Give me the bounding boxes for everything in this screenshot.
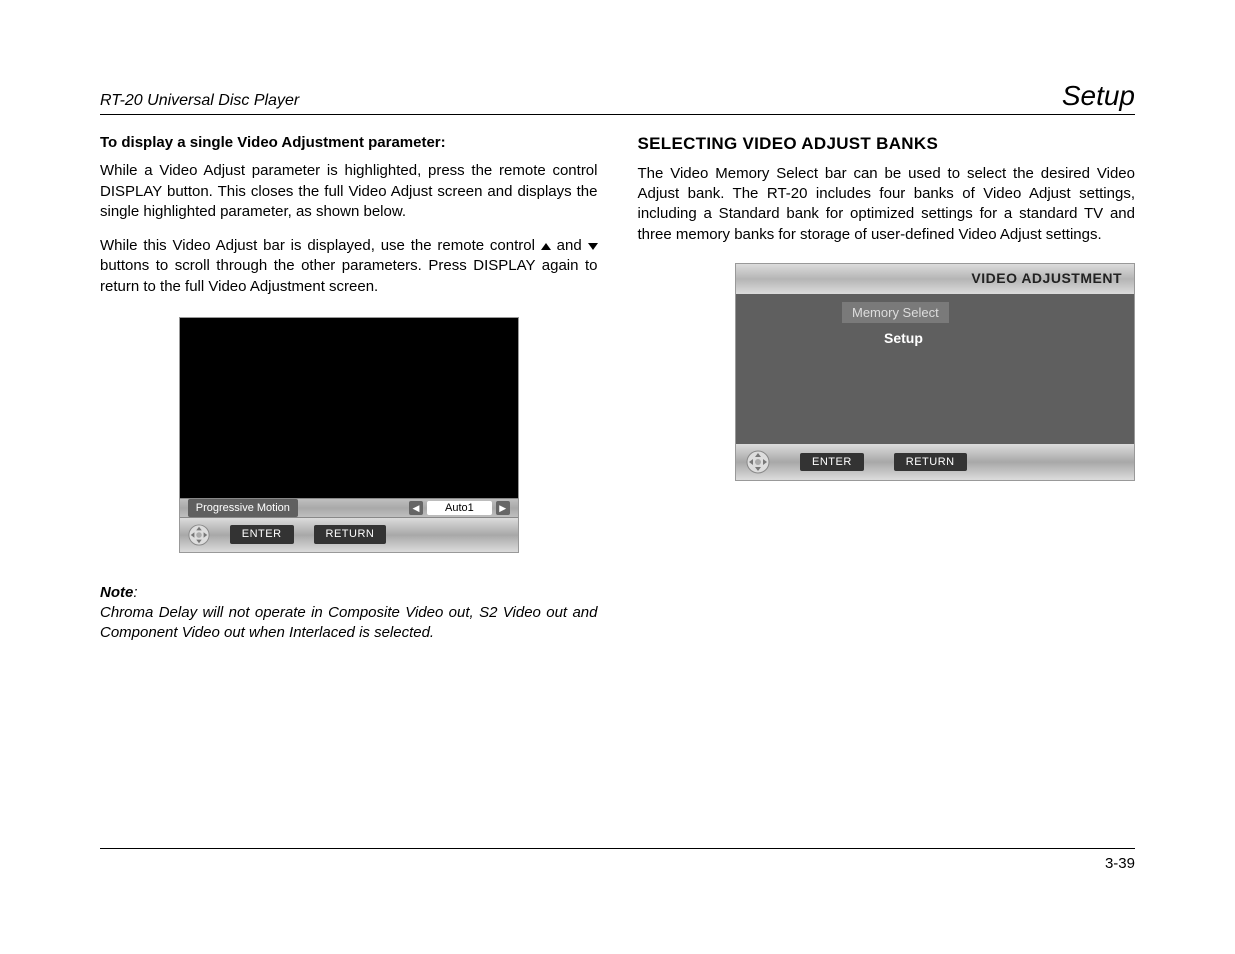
section-heading: SELECTING VIDEO ADJUST BANKS [638, 133, 1136, 156]
p2-part-a: While this Video Adjust bar is displayed… [100, 237, 535, 254]
osd-param-bar: Progressive Motion ◀ Auto1 ▶ [180, 498, 518, 518]
osd-black-area [180, 318, 518, 498]
down-arrow-icon [588, 243, 598, 250]
left-subhead: To display a single Video Adjustment par… [100, 133, 598, 153]
osd2-setup: Setup [884, 329, 1134, 348]
up-arrow-icon [541, 243, 551, 250]
dpad-icon [746, 450, 770, 474]
osd-screenshot-memory: VIDEO ADJUSTMENT Memory Select Setup ENT… [735, 263, 1135, 481]
osd-param-value: Auto1 [427, 501, 492, 515]
note-colon: : [133, 584, 137, 601]
osd2-return-label: RETURN [894, 453, 967, 472]
note-body: Chroma Delay will not operate in Composi… [100, 603, 598, 644]
page-number: 3-39 [1105, 855, 1135, 872]
osd2-bottom-bar: ENTER RETURN [736, 444, 1134, 480]
osd2-title: VIDEO ADJUSTMENT [736, 264, 1134, 294]
left-paragraph-2: While this Video Adjust bar is displayed… [100, 236, 598, 297]
right-column: SELECTING VIDEO ADJUST BANKS The Video M… [638, 133, 1136, 644]
osd-enter-label: ENTER [230, 525, 294, 544]
left-column: To display a single Video Adjustment par… [100, 133, 598, 644]
left-paragraph-1: While a Video Adjust parameter is highli… [100, 161, 598, 222]
osd-bottom-bar: ENTER RETURN [180, 518, 518, 552]
osd-return-label: RETURN [314, 525, 387, 544]
osd2-memory-select: Memory Select [842, 302, 949, 324]
osd-screenshot-parameter: Progressive Motion ◀ Auto1 ▶ ENTER RETUR… [179, 317, 519, 553]
osd2-enter-label: ENTER [800, 453, 864, 472]
p2-part-c: buttons to scroll through the other para… [100, 257, 598, 294]
page-header: RT-20 Universal Disc Player Setup [100, 80, 1135, 115]
footer-rule [100, 848, 1135, 849]
header-product: RT-20 Universal Disc Player [100, 92, 299, 110]
osd-left-arrow-icon: ◀ [409, 501, 423, 515]
dpad-icon [188, 524, 210, 546]
osd2-body: Memory Select Setup [736, 294, 1134, 444]
note-heading: Note [100, 584, 133, 601]
osd-param-label: Progressive Motion [188, 499, 298, 517]
right-paragraph-1: The Video Memory Select bar can be used … [638, 164, 1136, 245]
header-section: Setup [1062, 80, 1135, 112]
p2-part-b: and [557, 237, 588, 254]
osd-param-value-wrap: ◀ Auto1 ▶ [409, 501, 510, 515]
osd-right-arrow-icon: ▶ [496, 501, 510, 515]
note-block: Note: Chroma Delay will not operate in C… [100, 583, 598, 644]
